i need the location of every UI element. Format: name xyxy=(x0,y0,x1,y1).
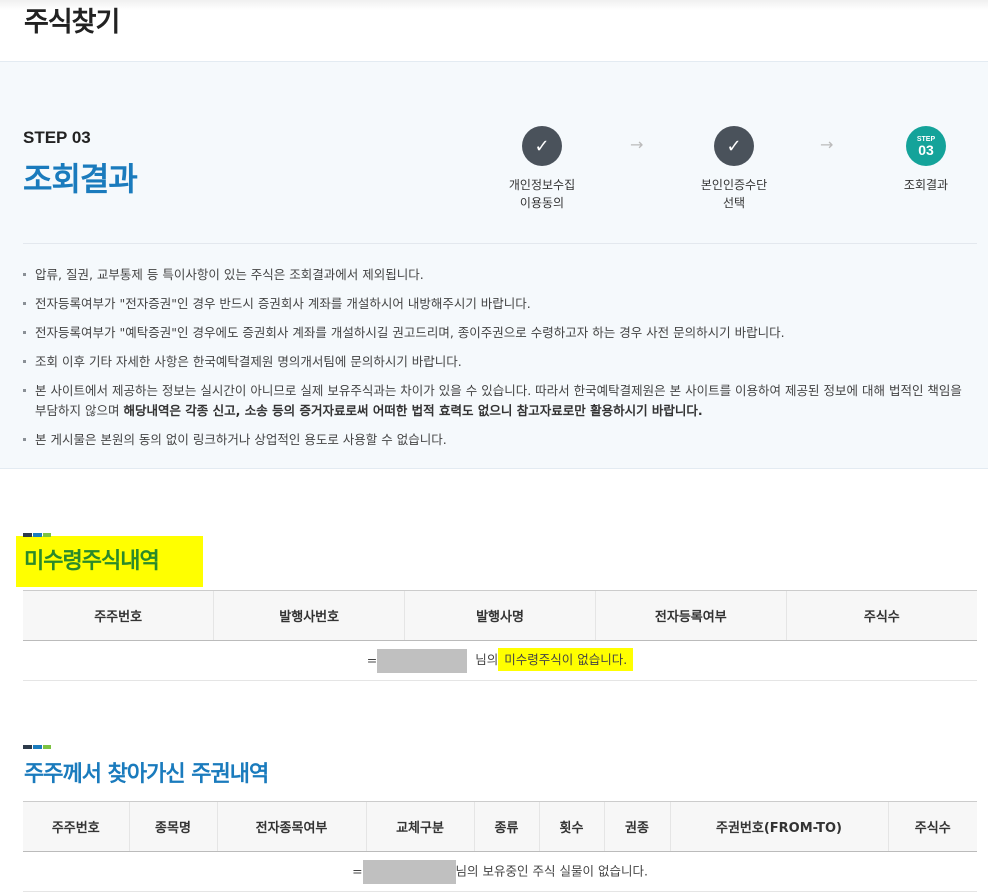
redacted-name xyxy=(377,648,468,673)
column-header: 횟수 xyxy=(538,801,604,852)
step-item-label: 본인인증수단 선택 xyxy=(700,178,768,210)
step-item-label: 개인정보수집 이용동의 xyxy=(508,178,576,210)
claimed-certificate-table: 주주번호 종목명 전자종목여부 교체구분 종류 횟수 권종 주권번호(FROM-… xyxy=(23,801,977,892)
notice-item: 압류, 질권, 교부통제 등 특이사항이 있는 주식은 조회결과에서 제외됩니다… xyxy=(23,265,968,285)
section-title: 미수령주식내역 xyxy=(24,549,160,574)
check-icon: ✓ xyxy=(714,126,754,166)
page-title: 주식찾기 xyxy=(24,7,120,38)
table-row: = 님의 미수령주식이 없습니다. xyxy=(23,640,977,681)
step-item-result: STEP 03 조회결과 xyxy=(871,126,981,194)
notice-item: 본 사이트에서 제공하는 정보는 실시간이 아니므로 실제 보유주식과는 차이가… xyxy=(23,381,968,421)
column-header: 종목명 xyxy=(128,801,217,852)
column-header: 전자등록여부 xyxy=(594,590,787,641)
step-item-consent: ✓ 개인정보수집 이용동의 xyxy=(487,126,597,212)
redacted-name xyxy=(362,859,456,884)
notice-item: 본 게시물은 본원의 동의 없이 링크하거나 상업적인 용도로 사용할 수 없습… xyxy=(23,430,968,450)
column-header: 주주번호 xyxy=(23,801,129,852)
column-header: 주식수 xyxy=(887,801,977,852)
column-header: 주권번호(FROM-TO) xyxy=(669,801,888,852)
column-header: 주주번호 xyxy=(23,590,214,641)
divider xyxy=(23,243,977,244)
step-label: STEP 03 xyxy=(23,128,91,147)
column-header: 발행사번호 xyxy=(213,590,405,641)
arrow-right-icon: → xyxy=(630,135,644,154)
notice-item: 전자등록여부가 "예탁증권"인 경우에도 증권회사 계좌를 개설하시길 권고드리… xyxy=(23,323,968,343)
step-item-auth: ✓ 본인인증수단 선택 xyxy=(679,126,789,212)
column-header: 권종 xyxy=(603,801,670,852)
section-bar xyxy=(23,533,52,537)
column-header: 교체구분 xyxy=(365,801,474,852)
unclaimed-stock-table: 주주번호 발행사번호 발행사명 전자등록여부 주식수 = 님의 미수령주식이 없습… xyxy=(23,590,977,681)
notice-item: 전자등록여부가 "전자증권"인 경우 반드시 증권회사 계좌를 개설하시어 내방… xyxy=(23,294,968,314)
column-header: 주식수 xyxy=(785,590,977,641)
column-header: 발행사명 xyxy=(404,590,596,641)
step-badge: STEP 03 xyxy=(906,126,946,166)
step-panel: STEP 03 조회결과 ✓ 개인정보수집 이용동의 → ✓ 본인인증수단 선택… xyxy=(0,61,988,469)
empty-message: = 님의 보유중인 주식 실물이 없습니다. xyxy=(23,851,977,892)
check-icon: ✓ xyxy=(522,126,562,166)
table-row: = 님의 보유중인 주식 실물이 없습니다. xyxy=(23,851,977,892)
section-bar xyxy=(23,745,52,749)
highlighted-text: 미수령주식이 없습니다. xyxy=(498,648,634,671)
step-item-label: 조회결과 xyxy=(903,178,949,192)
column-header: 종류 xyxy=(473,801,539,852)
column-header: 전자종목여부 xyxy=(216,801,366,852)
section-title: 주주께서 찾아가신 주권내역 xyxy=(24,762,269,787)
header-shadow xyxy=(0,0,988,10)
notice-list: 압류, 질권, 교부통제 등 특이사항이 있는 주식은 조회결과에서 제외됩니다… xyxy=(23,265,968,459)
step-name: 조회결과 xyxy=(23,160,138,198)
empty-message: = 님의 미수령주식이 없습니다. xyxy=(23,640,977,681)
notice-item: 조회 이후 기타 자세한 사항은 한국예탁결제원 명의개서팀에 문의하시기 바랍… xyxy=(23,352,968,372)
arrow-right-icon: → xyxy=(820,135,834,154)
